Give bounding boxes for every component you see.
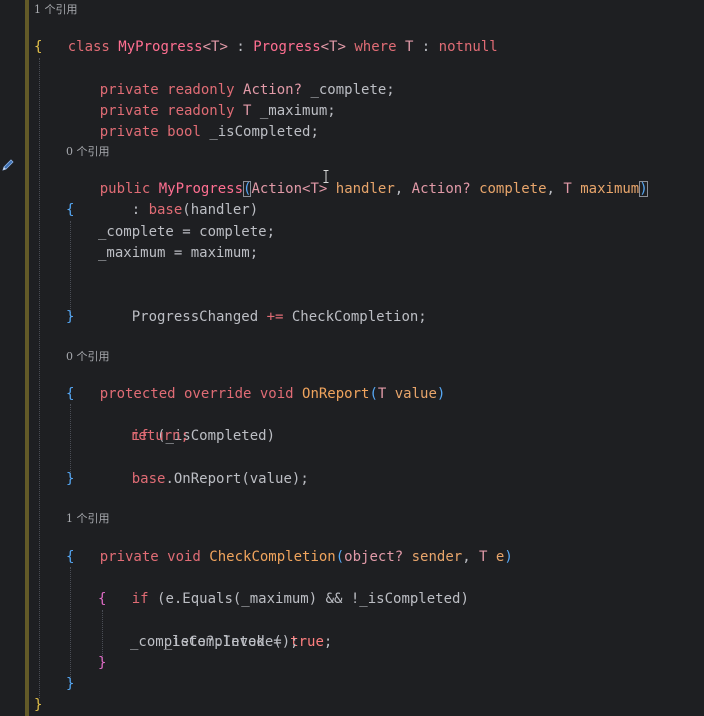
parameter: maximum bbox=[580, 181, 640, 197]
punct: , bbox=[462, 549, 480, 565]
identifier: CheckCompletion; bbox=[291, 309, 427, 325]
paren-close: ) bbox=[504, 549, 513, 565]
paren-open: ( bbox=[335, 549, 345, 565]
code-line-if[interactable]: if (_isCompleted) bbox=[98, 405, 275, 444]
indent-guide bbox=[39, 58, 40, 698]
punct: : bbox=[131, 202, 149, 218]
ibeam-cursor-icon bbox=[323, 170, 329, 183]
punct: , bbox=[394, 181, 412, 197]
paren-open: ( bbox=[369, 386, 378, 402]
reference-count-hint[interactable]: 1 个引用 bbox=[66, 512, 110, 526]
keyword: if bbox=[131, 591, 158, 607]
type: Action? bbox=[411, 181, 480, 197]
code-line-return[interactable]: return; bbox=[130, 426, 189, 447]
type: Action<T> bbox=[251, 181, 336, 197]
parameter: handler bbox=[335, 181, 395, 197]
keyword: protected override void bbox=[99, 386, 303, 402]
operator: += bbox=[266, 309, 292, 325]
class-name: MyProgress bbox=[118, 39, 203, 55]
punct: . bbox=[165, 471, 174, 487]
pen-icon[interactable] bbox=[1, 158, 15, 172]
punct: : bbox=[227, 39, 254, 55]
code-line-statement[interactable]: _complete?.Invoke(); bbox=[130, 632, 299, 653]
type: T bbox=[479, 549, 496, 565]
args: (value); bbox=[241, 471, 309, 487]
code-line-statement[interactable]: _maximum = maximum; bbox=[98, 243, 258, 264]
paren-close: ) bbox=[436, 386, 446, 402]
code-line-method[interactable]: protected override void OnReport(T value… bbox=[66, 363, 446, 402]
paren-close: ) bbox=[639, 181, 648, 197]
code-line-statement[interactable]: base.OnReport(value); bbox=[98, 448, 309, 487]
code-line-field[interactable]: private readonly T _maximum; bbox=[66, 80, 336, 119]
base-class: Progress bbox=[253, 39, 321, 55]
punct: , bbox=[546, 181, 564, 197]
method-call: OnReport bbox=[173, 471, 242, 487]
code-line-brace[interactable]: } bbox=[66, 307, 74, 328]
condition: (e.Equals(_maximum) && !_isCompleted) bbox=[157, 591, 469, 607]
parameter: value bbox=[394, 386, 437, 402]
code-line-statement[interactable]: ProgressChanged += CheckCompletion; bbox=[98, 286, 427, 325]
keyword: base bbox=[148, 202, 183, 218]
method-name: OnReport bbox=[302, 386, 370, 402]
keyword: private bbox=[99, 124, 168, 140]
code-line-method[interactable]: private void CheckCompletion(object? sen… bbox=[66, 526, 513, 565]
keyword: class bbox=[67, 39, 119, 55]
code-line-field[interactable]: private bool _isCompleted; bbox=[66, 101, 319, 140]
type-param: <T> bbox=[202, 39, 228, 55]
keyword: where bbox=[345, 39, 405, 55]
method-name: CheckCompletion bbox=[209, 549, 336, 565]
code-line-statement[interactable]: _isCompleted = true; bbox=[130, 611, 333, 650]
punct: : bbox=[413, 39, 439, 55]
indent-guide bbox=[70, 221, 71, 317]
code-line-brace[interactable]: { bbox=[66, 384, 74, 405]
code-line-brace[interactable]: } bbox=[98, 653, 106, 674]
code-line-if[interactable]: if (e.Equals(_maximum) && !_isCompleted) bbox=[98, 568, 469, 607]
code-line-base-call[interactable]: : base(handler) bbox=[98, 179, 258, 218]
code-line-brace[interactable]: } bbox=[66, 469, 74, 490]
punct: ; bbox=[323, 634, 333, 650]
type-param: <T> bbox=[320, 39, 346, 55]
type: T bbox=[563, 181, 581, 197]
code-line-statement[interactable]: _complete = complete; bbox=[98, 222, 275, 243]
code-line-class-declaration[interactable]: class MyProgress<T> : Progress<T> where … bbox=[34, 16, 498, 55]
keyword: notnull bbox=[438, 39, 498, 55]
code-line-field[interactable]: private readonly Action? _complete; bbox=[66, 59, 395, 98]
identifier: _isCompleted; bbox=[209, 124, 319, 140]
identifier: ProgressChanged bbox=[131, 309, 267, 325]
parameter: sender bbox=[411, 549, 463, 565]
code-line-brace[interactable]: } bbox=[34, 695, 42, 716]
keyword: base bbox=[131, 471, 166, 487]
code-line-brace[interactable]: } bbox=[66, 674, 74, 695]
reference-count-hint[interactable]: 1 个引用 bbox=[34, 3, 78, 17]
code-line-brace[interactable]: { bbox=[66, 200, 74, 221]
type: bool bbox=[167, 124, 210, 140]
type: object? bbox=[344, 549, 412, 565]
args: (handler) bbox=[182, 202, 259, 218]
reference-count-hint[interactable]: 0 个引用 bbox=[66, 350, 110, 364]
code-line-brace[interactable]: { bbox=[34, 37, 42, 58]
keyword: private void bbox=[99, 549, 210, 565]
code-line-constructor[interactable]: public MyProgress(Action<T> handler, Act… bbox=[66, 158, 648, 197]
code-line-brace[interactable]: { bbox=[98, 589, 106, 610]
code-line-brace[interactable]: { bbox=[66, 547, 74, 568]
type: T bbox=[377, 386, 395, 402]
parameter: complete bbox=[479, 181, 547, 197]
reference-count-hint[interactable]: 0 个引用 bbox=[66, 145, 110, 159]
change-marker-strip bbox=[25, 0, 29, 716]
code-editor[interactable]: 1 个引用 class MyProgress<T> : Progress<T> … bbox=[0, 0, 704, 716]
